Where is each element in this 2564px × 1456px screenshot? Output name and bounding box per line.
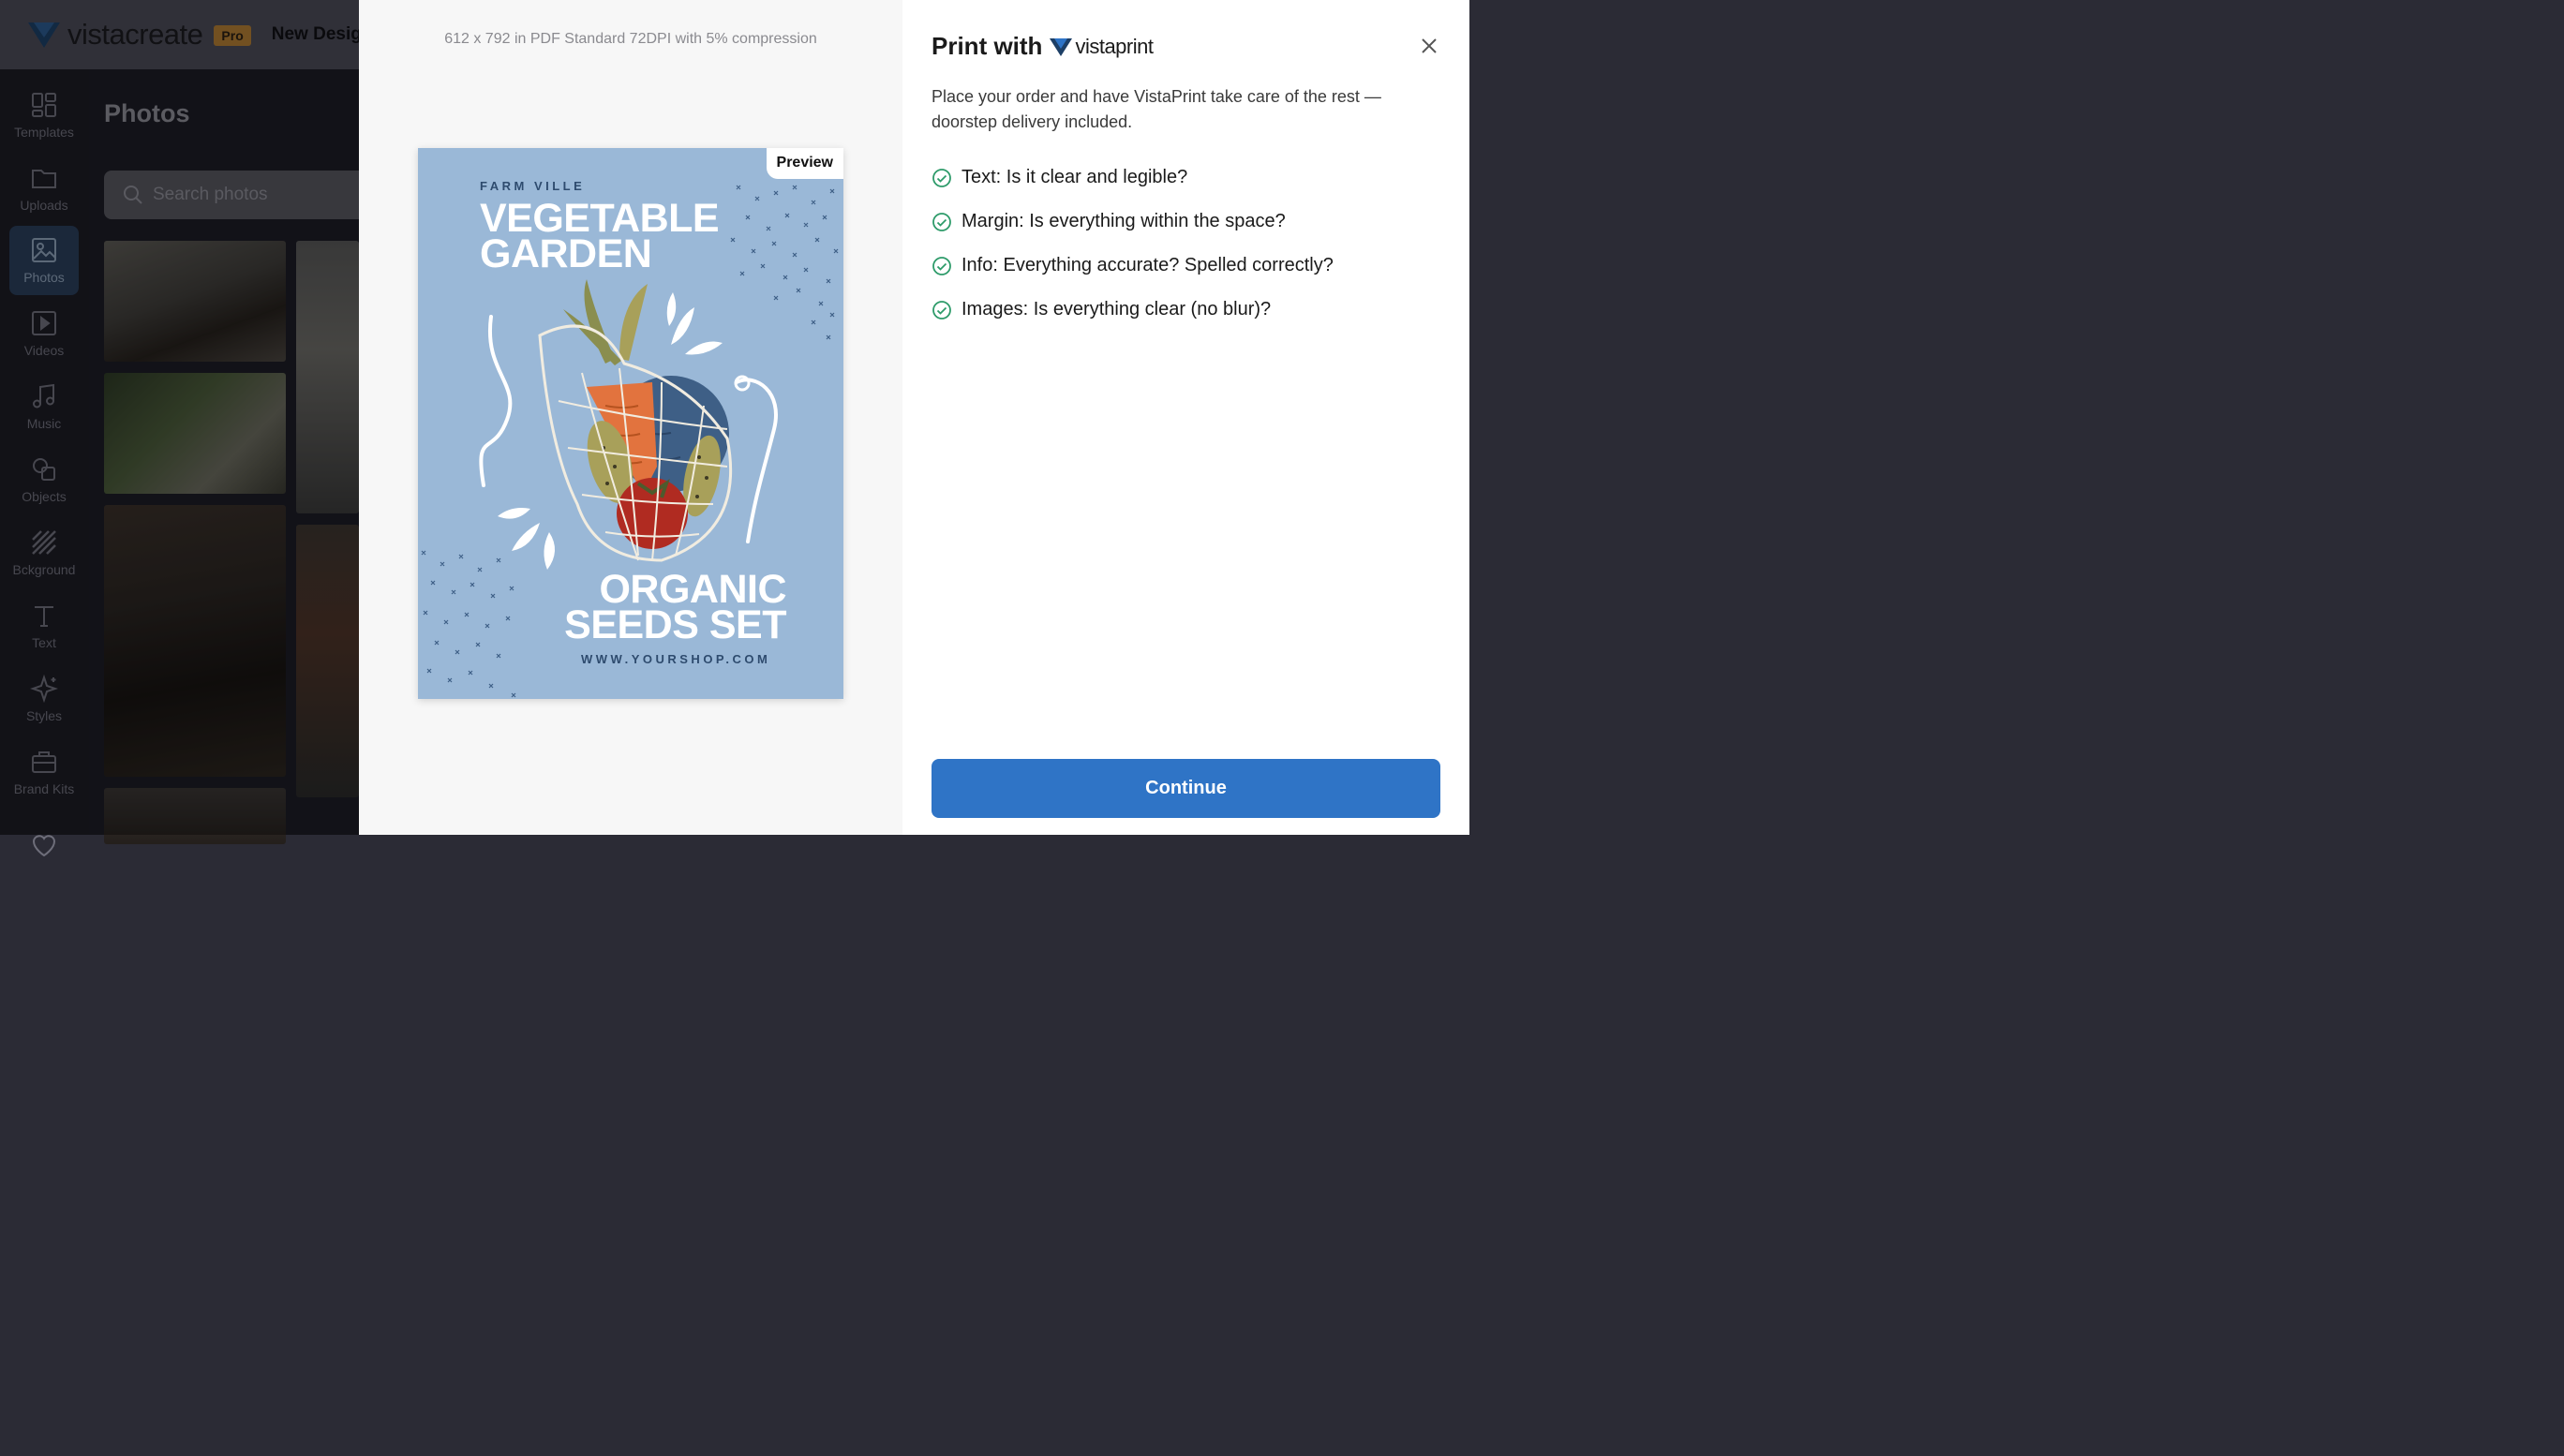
video-icon — [32, 311, 56, 335]
sidebar-item-label: Objects — [22, 489, 67, 504]
music-icon — [33, 383, 54, 409]
checklist-item-text: Info: Everything accurate? Spelled corre… — [962, 255, 1334, 275]
sidebar-item-label: Music — [26, 416, 62, 431]
sidebar-item-music[interactable]: Music — [9, 372, 79, 441]
shapes-icon — [33, 458, 55, 481]
print-preview-pane: 612 x 792 in PDF Standard 72DPI with 5% … — [359, 0, 902, 835]
photo-thumbnail[interactable] — [104, 241, 286, 362]
print-checklist: Text: Is it clear and legible? Margin: I… — [932, 156, 1334, 332]
print-description: Place your order and have VistaPrint tak… — [932, 87, 1381, 131]
preview-tag: Preview — [766, 148, 843, 179]
check-circle-icon — [932, 212, 951, 231]
sidebar: Templates Uploads Photos Videos Music Ob… — [0, 69, 89, 857]
sidebar-item-label: Text — [32, 635, 56, 650]
sidebar-item-objects[interactable]: Objects — [9, 445, 79, 514]
vistaprint-logo: vistaprint — [1050, 34, 1154, 59]
sparkle-icon — [30, 675, 58, 703]
sidebar-item-videos[interactable]: Videos — [9, 299, 79, 368]
vistacreate-logo-icon — [28, 22, 60, 48]
sidebar-item-more[interactable] — [9, 810, 79, 880]
sidebar-item-label: Photos — [23, 270, 65, 285]
poster-url: WWW.YOURSHOP.COM — [581, 652, 771, 666]
export-spec-text: 612 x 792 in PDF Standard 72DPI with 5% … — [444, 31, 817, 47]
photo-thumbnail[interactable] — [104, 373, 286, 494]
sidebar-item-label: Videos — [23, 343, 65, 358]
vistaprint-logo-icon — [1050, 37, 1073, 56]
print-with-title: Print with — [932, 32, 1043, 60]
sidebar-item-brand-kits[interactable]: Brand Kits — [9, 737, 79, 807]
sidebar-item-label: Brand Kits — [13, 781, 75, 796]
sidebar-item-styles[interactable]: Styles — [9, 664, 79, 734]
check-circle-icon — [932, 168, 951, 187]
photo-thumbnail[interactable] — [104, 788, 286, 844]
design-preview: Preview FARM VILLE VEGETABLE GARDEN ORGA… — [418, 148, 843, 699]
search-icon — [124, 186, 142, 204]
vistaprint-text: vistaprint — [1075, 34, 1154, 58]
sidebar-item-background[interactable]: Bckground — [9, 518, 79, 587]
background-icon — [32, 530, 56, 555]
check-circle-icon — [932, 300, 951, 319]
checklist-item-text: Margin: Is everything within the space? — [962, 211, 1286, 231]
sidebar-item-uploads[interactable]: Uploads — [9, 154, 79, 223]
poster-bottom-title: ORGANIC SEEDS SET — [564, 570, 786, 647]
logo-text: vistacreate — [67, 18, 203, 51]
print-info-pane: Print with vistaprint Place your order a… — [902, 0, 1469, 835]
sidebar-item-label: Styles — [25, 708, 63, 723]
image-icon — [32, 238, 56, 262]
folder-icon — [32, 170, 56, 188]
sidebar-item-text[interactable]: Text — [9, 591, 79, 661]
sidebar-item-templates[interactable]: Templates — [9, 81, 79, 150]
close-icon[interactable] — [1419, 36, 1439, 56]
photo-thumbnail[interactable] — [104, 505, 286, 777]
check-circle-icon — [932, 256, 951, 275]
document-title[interactable]: New Desig — [272, 24, 362, 45]
sidebar-item-photos[interactable]: Photos — [9, 226, 79, 295]
photos-panel: Photos Search photos — [89, 69, 376, 844]
text-icon — [35, 606, 53, 627]
panel-title: Photos — [104, 99, 190, 127]
checklist-item: Text: Is it clear and legible? — [932, 156, 1334, 200]
templates-icon — [32, 93, 56, 117]
poster-title: VEGETABLE GARDEN — [480, 199, 720, 276]
poster-kicker: FARM VILLE — [480, 179, 586, 193]
vistacreate-logo[interactable]: vistacreate Pro — [28, 18, 251, 52]
search-input[interactable]: Search photos — [104, 171, 376, 219]
checklist-item: Margin: Is everything within the space? — [932, 200, 1334, 244]
checklist-item: Info: Everything accurate? Spelled corre… — [932, 244, 1334, 288]
continue-button[interactable]: Continue — [932, 759, 1440, 818]
poster-title-line2: GARDEN — [480, 231, 652, 276]
photo-thumbnail[interactable] — [296, 525, 359, 797]
sidebar-item-label: Bckground — [12, 562, 76, 577]
poster-bottom-line2: SEEDS SET — [564, 602, 786, 647]
photo-thumbnail[interactable] — [296, 241, 359, 513]
pro-badge: Pro — [214, 25, 251, 46]
print-header: Print with vistaprint — [932, 32, 1154, 61]
search-placeholder: Search photos — [153, 185, 268, 204]
checklist-item: Images: Is everything clear (no blur)? — [932, 288, 1334, 332]
checklist-item-text: Text: Is it clear and legible? — [962, 167, 1188, 187]
heart-icon — [32, 835, 56, 857]
briefcase-icon — [32, 751, 56, 773]
sidebar-item-label: Uploads — [20, 198, 68, 213]
checklist-item-text: Images: Is everything clear (no blur)? — [962, 299, 1272, 319]
sidebar-item-label: Templates — [14, 125, 74, 140]
